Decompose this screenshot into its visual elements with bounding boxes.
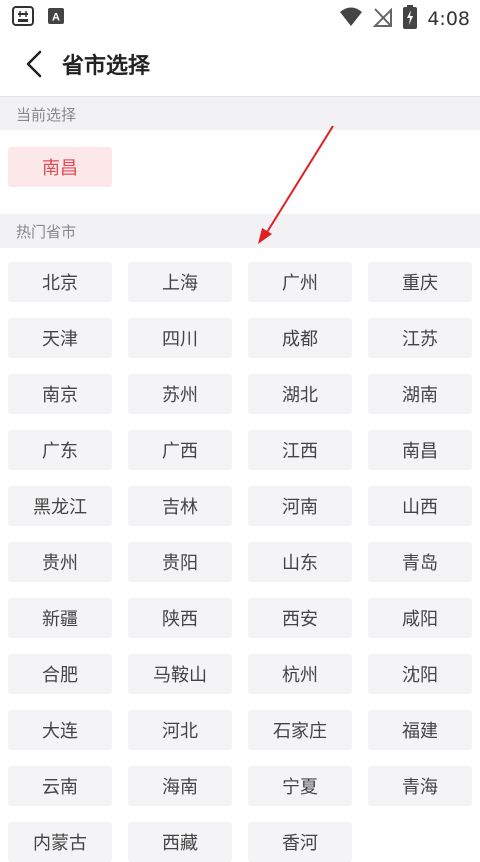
- city-button[interactable]: 河北: [128, 710, 232, 750]
- city-button[interactable]: 江苏: [368, 318, 472, 358]
- city-button[interactable]: 吉林: [128, 486, 232, 526]
- city-button[interactable]: 云南: [8, 766, 112, 806]
- city-button[interactable]: 广西: [128, 430, 232, 470]
- city-button[interactable]: 南京: [8, 374, 112, 414]
- city-button[interactable]: 上海: [128, 262, 232, 302]
- city-button[interactable]: 合肥: [8, 654, 112, 694]
- battery-charging-icon: [403, 5, 418, 33]
- status-right: 4:08: [339, 5, 470, 33]
- city-button[interactable]: 四川: [128, 318, 232, 358]
- page-title: 省市选择: [62, 54, 151, 79]
- city-button[interactable]: 咸阳: [368, 598, 472, 638]
- current-selection-area: 南昌: [0, 130, 480, 202]
- city-button[interactable]: 天津: [8, 318, 112, 358]
- hot-cities-grid: 北京 上海 广州 重庆 天津 四川 成都 江苏 南京 苏州 湖北 湖南 广东 广西 江西 南昌 黑龙江 吉林 河南山…: [8, 262, 472, 862]
- city-button[interactable]: 西藏: [128, 822, 232, 862]
- city-button[interactable]: 贵阳: [128, 542, 232, 582]
- city-button[interactable]: 杭州: [248, 654, 352, 694]
- back-button[interactable]: [18, 46, 54, 82]
- city-button[interactable]: 成都: [248, 318, 352, 358]
- city-button[interactable]: 广州: [248, 262, 352, 302]
- current-selection-label: 当前选择: [0, 97, 480, 131]
- city-button[interactable]: 西安: [248, 598, 352, 638]
- city-button[interactable]: 内蒙古: [8, 822, 112, 862]
- status-left: A: [12, 5, 64, 31]
- city-button[interactable]: 大连: [8, 710, 112, 750]
- city-button[interactable]: 青海: [368, 766, 472, 806]
- font-a-icon: A: [48, 8, 64, 28]
- city-button[interactable]: 新疆: [8, 598, 112, 638]
- no-signal-icon: [372, 6, 393, 32]
- current-city-chip[interactable]: 南昌: [8, 147, 112, 187]
- city-button[interactable]: 黑龙江: [8, 486, 112, 526]
- city-button[interactable]: 宁夏: [248, 766, 352, 806]
- city-button[interactable]: 北京: [8, 262, 112, 302]
- city-button[interactable]: 山东: [248, 542, 352, 582]
- city-button[interactable]: 湖南: [368, 374, 472, 414]
- city-button[interactable]: 苏州: [128, 374, 232, 414]
- city-button[interactable]: 河南: [248, 486, 352, 526]
- svg-text:A: A: [52, 12, 60, 24]
- header: 省市选择: [0, 34, 480, 97]
- city-button[interactable]: 马鞍山: [128, 654, 232, 694]
- wifi-icon: [339, 6, 363, 32]
- city-button[interactable]: 广东: [8, 430, 112, 470]
- status-bar: A 4:08: [0, 0, 480, 34]
- city-button[interactable]: 福建: [368, 710, 472, 750]
- city-button[interactable]: 山西: [368, 486, 472, 526]
- city-button[interactable]: 陕西: [128, 598, 232, 638]
- city-button[interactable]: 贵州: [8, 542, 112, 582]
- city-button[interactable]: 南昌: [368, 430, 472, 470]
- chevron-left-icon: [18, 50, 54, 86]
- hot-cities-area: 北京 上海 广州 重庆 天津 四川 成都 江苏 南京 苏州 湖北 湖南 广东 广西 江西 南昌 黑龙江 吉林 河南山…: [0, 248, 480, 862]
- city-button[interactable]: 沈阳: [368, 654, 472, 694]
- city-button[interactable]: 青岛: [368, 542, 472, 582]
- city-button[interactable]: 香河: [248, 822, 352, 862]
- status-time: 4:08: [427, 8, 470, 30]
- city-button[interactable]: 海南: [128, 766, 232, 806]
- sim-card-icon: [12, 5, 34, 31]
- city-button[interactable]: 江西: [248, 430, 352, 470]
- city-button[interactable]: 重庆: [368, 262, 472, 302]
- city-button[interactable]: 湖北: [248, 374, 352, 414]
- hot-cities-label: 热门省市: [0, 214, 480, 248]
- city-button[interactable]: 石家庄: [248, 710, 352, 750]
